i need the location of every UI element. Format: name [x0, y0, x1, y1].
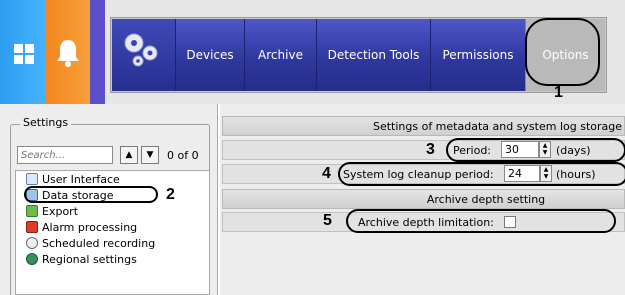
nav-permissions[interactable]: Permissions: [430, 19, 525, 91]
nav-archive[interactable]: Archive: [244, 19, 316, 91]
search-input[interactable]: [17, 146, 113, 164]
search-up-button[interactable]: ▲: [120, 146, 138, 164]
callout-oval-cleanup: [338, 162, 625, 186]
callout-oval-depth: [346, 209, 616, 233]
chevron-down-icon: ▼: [146, 150, 154, 160]
callout-oval-options: [525, 18, 600, 86]
metadata-section-header: Settings of metadata and system log stor…: [222, 116, 625, 136]
nav-detection-tools[interactable]: Detection Tools: [316, 19, 430, 91]
chevron-up-icon: ▲: [125, 150, 133, 160]
windows-tile[interactable]: [0, 0, 46, 104]
side-tile: [90, 0, 105, 104]
window-icon: [26, 173, 38, 185]
bell-icon: [57, 40, 79, 67]
settings-title: Settings: [20, 116, 72, 129]
nav-devices[interactable]: Devices: [175, 19, 244, 91]
callout-oval-period: [446, 138, 625, 162]
tree-item-regional-settings[interactable]: Regional settings: [26, 251, 137, 267]
export-icon: [26, 205, 38, 217]
globe-icon: [26, 253, 38, 265]
callout-4: 4: [322, 165, 331, 182]
tree-item-scheduled-recording[interactable]: Scheduled recording: [26, 235, 155, 251]
tree-item-alarm-processing[interactable]: Alarm processing: [26, 219, 137, 235]
callout-1: 1: [554, 84, 563, 101]
alarm-tile[interactable]: [46, 0, 90, 104]
callout-5: 5: [323, 212, 332, 229]
tree-item-export[interactable]: Export: [26, 203, 78, 219]
callout-3: 3: [426, 141, 435, 158]
callout-2: 2: [166, 186, 175, 203]
alarm-icon: [26, 221, 38, 233]
search-count: 0 of 0: [167, 149, 199, 162]
tree-item-user-interface[interactable]: User Interface: [26, 171, 120, 187]
clock-icon: [26, 237, 38, 249]
archive-section-header: Archive depth setting: [222, 189, 625, 209]
callout-oval-data-storage: [24, 186, 158, 203]
windows-icon: [14, 44, 34, 64]
gears-icon: [112, 19, 175, 91]
search-down-button[interactable]: ▼: [141, 146, 159, 164]
